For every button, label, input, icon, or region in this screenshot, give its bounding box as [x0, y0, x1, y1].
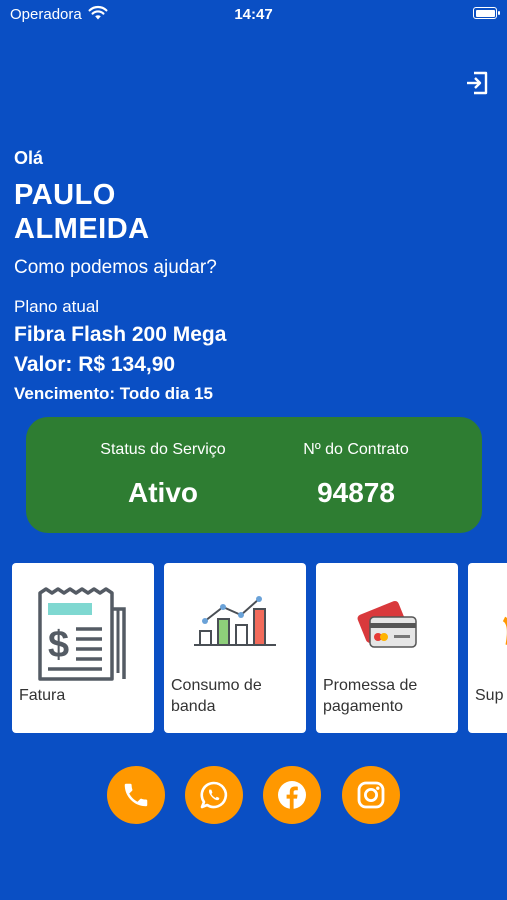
tile-support[interactable]: Sup [468, 563, 507, 733]
plan-due-date: Vencimento: Todo dia 15 [14, 384, 213, 403]
logout-icon[interactable] [464, 70, 490, 96]
service-status-card: Status do Serviço Ativo Nº do Contrato 9… [26, 417, 482, 533]
contract-number-label: Nº do Contrato [303, 441, 409, 458]
tile-support-label: Sup [475, 687, 504, 704]
phone-button[interactable] [107, 766, 165, 824]
tile-bandwidth[interactable]: Consumo de banda [164, 563, 306, 733]
bandwidth-chart-icon [194, 596, 276, 646]
tile-invoice-label: Fatura [19, 687, 66, 704]
whatsapp-icon [200, 781, 228, 809]
services-carousel[interactable]: $ Fatura Consumo de banda Promessa de pa… [0, 563, 507, 735]
service-status: Status do Serviço Ativo [63, 441, 263, 509]
battery-icon [473, 7, 500, 19]
facebook-button[interactable] [263, 766, 321, 824]
svg-text:$: $ [48, 624, 69, 666]
credit-card-icon [357, 600, 417, 648]
plan-name: Fibra Flash 200 Mega [14, 323, 227, 346]
tile-payment-promise-label: Promessa de pagamento [323, 677, 418, 715]
tile-bandwidth-label: Consumo de banda [171, 677, 262, 715]
plan-label: Plano atual [14, 297, 100, 316]
tile-invoice[interactable]: $ Fatura [12, 563, 154, 733]
support-icon [502, 616, 507, 645]
invoice-icon: $ [38, 587, 126, 681]
contract-number-value: 94878 [317, 477, 395, 508]
instagram-icon [357, 781, 385, 809]
instagram-button[interactable] [342, 766, 400, 824]
facebook-icon [278, 781, 306, 809]
service-status-value: Ativo [128, 477, 198, 508]
whatsapp-button[interactable] [185, 766, 243, 824]
greeting-hello: Olá [14, 148, 44, 168]
tile-payment-promise[interactable]: Promessa de pagamento [316, 563, 458, 733]
phone-icon [124, 783, 148, 807]
status-bar: Operadora 14:47 [0, 0, 507, 30]
clock: 14:47 [234, 6, 273, 23]
user-name: PAULO ALMEIDA [14, 179, 150, 245]
contract-number: Nº do Contrato 94878 [256, 441, 456, 509]
plan-value: Valor: R$ 134,90 [14, 353, 176, 376]
service-status-label: Status do Serviço [100, 441, 226, 458]
help-text: Como podemos ajudar? [14, 257, 217, 278]
